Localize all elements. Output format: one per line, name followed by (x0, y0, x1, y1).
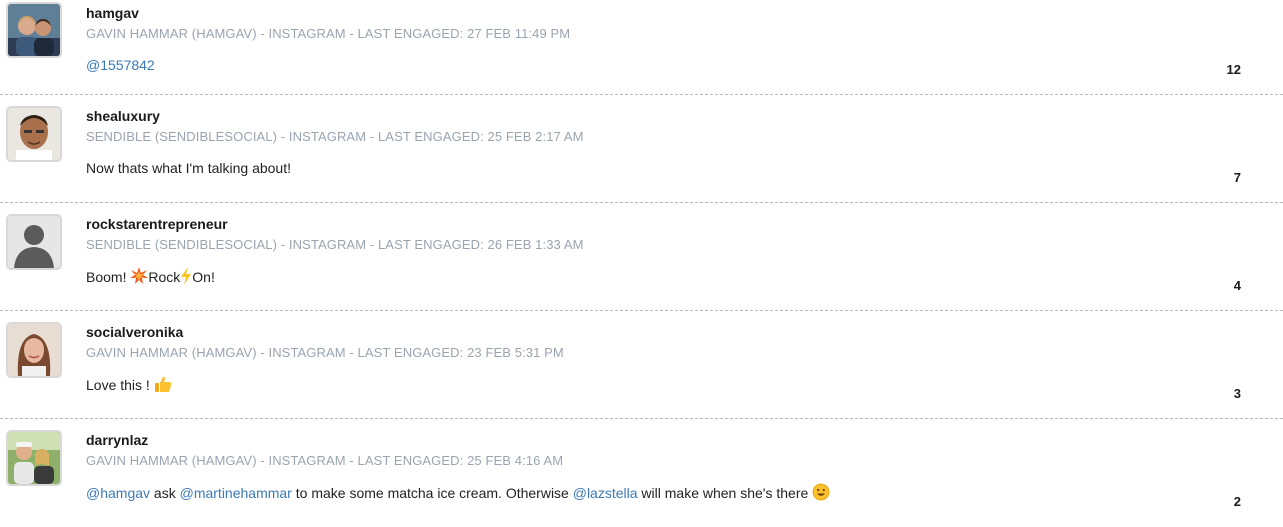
engagement-count: 3 (1233, 386, 1241, 401)
message-text: @hamgav ask @martinehammar to make some … (86, 483, 1193, 505)
avatar[interactable] (6, 430, 62, 486)
avatar[interactable] (6, 214, 62, 270)
mention-link[interactable]: @1557842 (86, 57, 155, 73)
user-photo-man-icon (8, 108, 60, 160)
avatar[interactable] (6, 322, 62, 378)
message-fragment: Now thats what I'm talking about! (86, 160, 291, 176)
message-fragment: to make some matcha ice cream. Otherwise (291, 485, 573, 501)
message-fragment: Rock (148, 269, 181, 285)
username[interactable]: socialveronika (86, 323, 1193, 341)
mention-link[interactable]: @hamgav (86, 485, 150, 501)
message-fragment: Love this ! (86, 377, 154, 393)
engagement-row[interactable]: socialveronika GAVIN HAMMAR (HAMGAV) - IN… (0, 311, 1283, 419)
message-fragment: Boom! (86, 269, 131, 285)
collision-icon (130, 267, 149, 289)
default-user-silhouette-icon (8, 216, 60, 268)
username[interactable]: hamgav (86, 4, 1193, 22)
message-fragment: will make when she's there (637, 485, 813, 501)
engagement-content: rockstarentrepreneur SENDIBLE (SENDIBLESO… (86, 215, 1193, 289)
mention-link[interactable]: @martinehammar (180, 485, 292, 501)
engagement-meta: GAVIN HAMMAR (HAMGAV) - INSTAGRAM - LAST… (86, 453, 564, 468)
engagement-meta: GAVIN HAMMAR (HAMGAV) - INSTAGRAM - LAST… (86, 26, 571, 41)
engagement-row[interactable]: shealuxury SENDIBLE (SENDIBLESOCIAL) - IN… (0, 95, 1283, 203)
engagement-list: hamgav GAVIN HAMMAR (HAMGAV) - INSTAGRAM … (0, 0, 1283, 527)
mention-link[interactable]: @lazstella (573, 485, 638, 501)
thumbs-up-icon (154, 375, 172, 397)
engagement-row[interactable]: hamgav GAVIN HAMMAR (HAMGAV) - INSTAGRAM … (0, 0, 1283, 95)
engagement-meta: GAVIN HAMMAR (HAMGAV) - INSTAGRAM - LAST… (86, 345, 564, 360)
user-photo-couple-icon (8, 4, 60, 56)
engagement-count: 12 (1226, 62, 1241, 77)
engagement-content: darrynlaz GAVIN HAMMAR (HAMGAV) - INSTAGR… (86, 431, 1193, 505)
engagement-meta: SENDIBLE (SENDIBLESOCIAL) - INSTAGRAM - … (86, 237, 584, 252)
engagement-row[interactable]: darrynlaz GAVIN HAMMAR (HAMGAV) - INSTAGR… (0, 419, 1283, 527)
engagement-row[interactable]: rockstarentrepreneur SENDIBLE (SENDIBLESO… (0, 203, 1283, 311)
engagement-content: socialveronika GAVIN HAMMAR (HAMGAV) - IN… (86, 323, 1193, 397)
engagement-count: 7 (1233, 170, 1241, 185)
message-text: Now thats what I'm talking about! (86, 159, 1193, 177)
username[interactable]: darrynlaz (86, 431, 1193, 449)
message-fragment: On! (192, 269, 215, 285)
user-photo-group-icon (8, 432, 60, 484)
message-text: Boom! Rock On! (86, 267, 1193, 289)
message-text: @1557842 (86, 56, 1193, 74)
engagement-content: shealuxury SENDIBLE (SENDIBLESOCIAL) - IN… (86, 107, 1193, 177)
engagement-count: 2 (1233, 494, 1241, 509)
user-photo-woman-icon (8, 324, 60, 376)
lightning-icon (180, 267, 192, 289)
engagement-count: 4 (1233, 278, 1241, 293)
engagement-meta: SENDIBLE (SENDIBLESOCIAL) - INSTAGRAM - … (86, 129, 584, 144)
avatar[interactable] (6, 2, 62, 58)
username[interactable]: shealuxury (86, 107, 1193, 125)
smiley-icon (812, 483, 830, 505)
avatar[interactable] (6, 106, 62, 162)
message-fragment: ask (150, 485, 180, 501)
engagement-content: hamgav GAVIN HAMMAR (HAMGAV) - INSTAGRAM … (86, 4, 1193, 74)
username[interactable]: rockstarentrepreneur (86, 215, 1193, 233)
message-text: Love this ! (86, 375, 1193, 397)
